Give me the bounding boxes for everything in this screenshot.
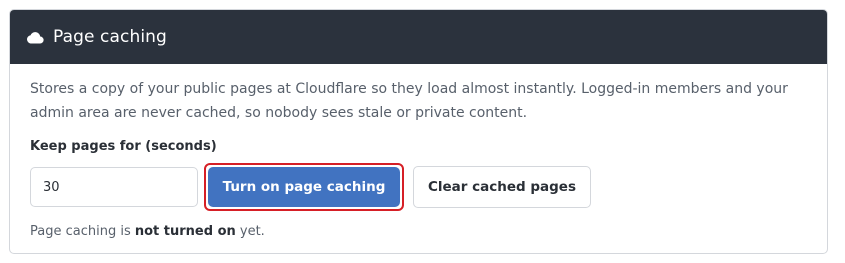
seconds-field-label: Keep pages for (seconds) bbox=[30, 139, 217, 154]
page-caching-card: Page caching Stores a copy of your publi… bbox=[9, 9, 828, 254]
card-body: Stores a copy of your public pages at Cl… bbox=[10, 64, 827, 239]
status-emphasis: not turned on bbox=[134, 224, 236, 239]
turn-on-caching-button[interactable]: Turn on page caching bbox=[208, 167, 400, 207]
card-title: Page caching bbox=[53, 27, 167, 47]
primary-button-highlight: Turn on page caching bbox=[204, 163, 404, 211]
seconds-input[interactable] bbox=[30, 167, 198, 207]
card-header: Page caching bbox=[10, 10, 827, 64]
clear-cached-pages-button[interactable]: Clear cached pages bbox=[413, 166, 591, 208]
cloud-icon bbox=[26, 30, 44, 44]
controls-row: Turn on page caching Clear cached pages bbox=[30, 163, 807, 211]
status-suffix: yet. bbox=[235, 224, 265, 239]
status-prefix: Page caching is bbox=[30, 224, 135, 239]
status-text: Page caching is not turned on yet. bbox=[30, 224, 807, 239]
description-text: Stores a copy of your public pages at Cl… bbox=[30, 81, 788, 121]
